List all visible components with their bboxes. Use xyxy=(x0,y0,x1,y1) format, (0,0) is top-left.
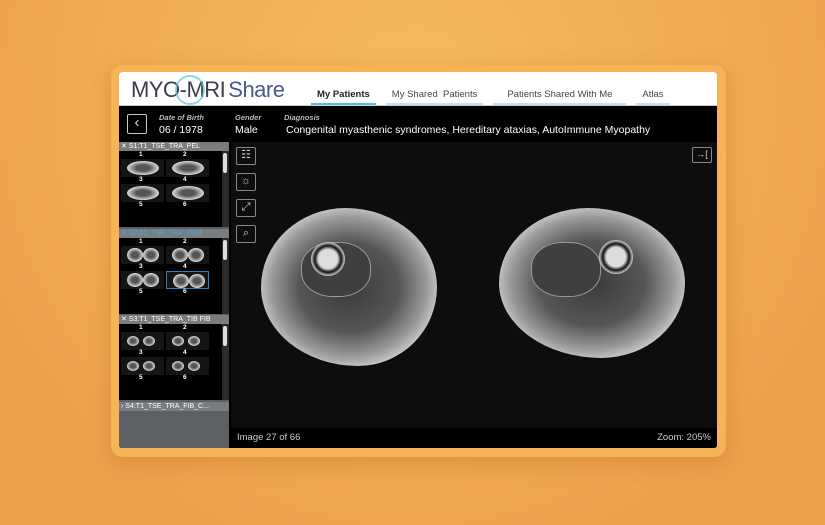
series-header[interactable]: ✕ S2:T1_TSE_TRA_FEM xyxy=(119,229,229,238)
fit-screen-icon[interactable]: ⤢ xyxy=(236,199,256,217)
thumbnail[interactable] xyxy=(121,271,164,289)
thumbnail-number: 2 xyxy=(183,151,187,158)
thumbnail[interactable] xyxy=(121,184,164,202)
thumbnail[interactable] xyxy=(166,159,209,177)
patient-info-bar: ‹ Date of Birth 06 / 1978 Gender Male Diag… xyxy=(119,107,717,142)
thumbnail-number: 4 xyxy=(183,263,187,270)
thumbnail-number: 1 xyxy=(139,324,143,331)
thumbnail-number: 6 xyxy=(183,288,187,295)
femur-right xyxy=(599,240,633,274)
series-title: S2:T1_TSE_TRA_FEM xyxy=(128,230,202,237)
thumbnail[interactable] xyxy=(166,332,209,350)
thumbnail-number: 5 xyxy=(139,201,143,208)
thumbnail-number: 5 xyxy=(139,288,143,295)
series-title: S1:T1_TSE_TRA_PEL xyxy=(128,143,201,150)
thumbnail-number: 5 xyxy=(139,374,143,381)
series-group: ✕ S1:T1_TSE_TRA_PEL 1 2 3 4 5 6 xyxy=(119,142,229,227)
thumbnail[interactable] xyxy=(121,246,164,264)
femur-left xyxy=(311,242,345,276)
thumbnail-number: 3 xyxy=(139,263,143,270)
tab-my-patients[interactable]: My Patients xyxy=(311,88,376,105)
thumbnail-number: 2 xyxy=(183,324,187,331)
zoom-level: Zoom: 205% xyxy=(657,432,711,443)
thumbnail-number: 3 xyxy=(139,349,143,356)
back-button[interactable]: ‹ xyxy=(127,114,147,134)
thumbnail-grid: 1 2 3 4 5 6 xyxy=(119,151,222,227)
series-sidebar: ✕ S1:T1_TSE_TRA_PEL 1 2 3 4 5 6 ✕ S2:T1_TSE_TRA… xyxy=(119,142,229,448)
brightness-icon[interactable]: ☼ xyxy=(236,173,256,191)
thumbnail[interactable] xyxy=(121,357,164,375)
series-title: S4:T1_TSE_TRA_FIB_C... xyxy=(125,403,209,410)
thumbnail[interactable] xyxy=(166,184,209,202)
scrollbar[interactable] xyxy=(222,238,229,314)
app-window: MYO-MRI Share My Patients My Shared Patie… xyxy=(119,72,717,448)
series-group: ✕ S2:T1_TSE_TRA_FEM 1 2 3 4 5 6 xyxy=(119,229,229,314)
series-header[interactable]: ✕ S1:T1_TSE_TRA_PEL xyxy=(119,142,229,151)
image-counter: Image 27 of 66 xyxy=(237,432,301,443)
header: MYO-MRI Share My Patients My Shared Patie… xyxy=(119,72,717,106)
thumbnail-grid: 1 2 3 4 5 6 xyxy=(119,324,222,400)
thumbnail-number: 6 xyxy=(183,201,187,208)
thumbnail[interactable] xyxy=(166,357,209,375)
series-group: ✕ S3:T1_TSE_TRA_TIB FIB 1 2 3 4 5 6 xyxy=(119,315,229,400)
series-group: › S4:T1_TSE_TRA_FIB_C... xyxy=(119,402,229,411)
tab-my-shared-patients[interactable]: My Shared Patients xyxy=(385,88,484,105)
diagnosis-label: Diagnosis xyxy=(284,113,320,122)
series-header[interactable]: ✕ S3:T1_TSE_TRA_TIB FIB xyxy=(119,315,229,324)
close-icon[interactable]: ✕ xyxy=(121,230,129,237)
scrollbar[interactable] xyxy=(222,151,229,227)
zoom-magnifier-icon[interactable]: ⌕ xyxy=(236,225,256,243)
thumbnail-number: 3 xyxy=(139,176,143,183)
dob-label: Date of Birth xyxy=(159,113,204,122)
thumbnail[interactable] xyxy=(166,271,209,289)
logo: MYO-MRI Share xyxy=(131,75,285,105)
series-header[interactable]: › S4:T1_TSE_TRA_FIB_C... xyxy=(119,402,229,411)
thumbnail-number: 2 xyxy=(183,238,187,245)
exit-icon[interactable]: →[ xyxy=(692,147,712,163)
thumbnail[interactable] xyxy=(166,246,209,264)
image-viewer[interactable]: ☷ ☼ ⤢ ⌕ →[ Image 27 of 66 Zoom: 205% xyxy=(231,142,717,448)
layout-icon[interactable]: ☷ xyxy=(236,147,256,165)
viewer-status-bar: Image 27 of 66 Zoom: 205% xyxy=(231,428,717,448)
thumbnail-grid: 1 2 3 4 5 6 xyxy=(119,238,222,314)
thumbnail[interactable] xyxy=(121,159,164,177)
muscle-region xyxy=(531,242,601,297)
thumbnail-number: 6 xyxy=(183,374,187,381)
close-icon[interactable]: ✕ xyxy=(121,316,129,323)
diagnosis-value: Congenital myasthenic syndromes, Heredit… xyxy=(286,124,651,136)
thumbnail-number: 4 xyxy=(183,176,187,183)
thumbnail-number: 1 xyxy=(139,151,143,158)
close-icon[interactable]: ✕ xyxy=(121,143,129,150)
tab-atlas[interactable]: Atlas xyxy=(636,88,670,105)
scrollbar[interactable] xyxy=(222,324,229,400)
tab-patients-shared-with-me[interactable]: Patients Shared With Me xyxy=(493,88,627,105)
dob-value: 06 / 1978 xyxy=(159,124,203,136)
series-title: S3:T1_TSE_TRA_TIB FIB xyxy=(128,316,211,323)
thumbnail-number: 1 xyxy=(139,238,143,245)
thumbnail[interactable] xyxy=(121,332,164,350)
gender-value: Male xyxy=(235,124,258,136)
thumbnail-number: 4 xyxy=(183,349,187,356)
gender-label: Gender xyxy=(235,113,262,122)
